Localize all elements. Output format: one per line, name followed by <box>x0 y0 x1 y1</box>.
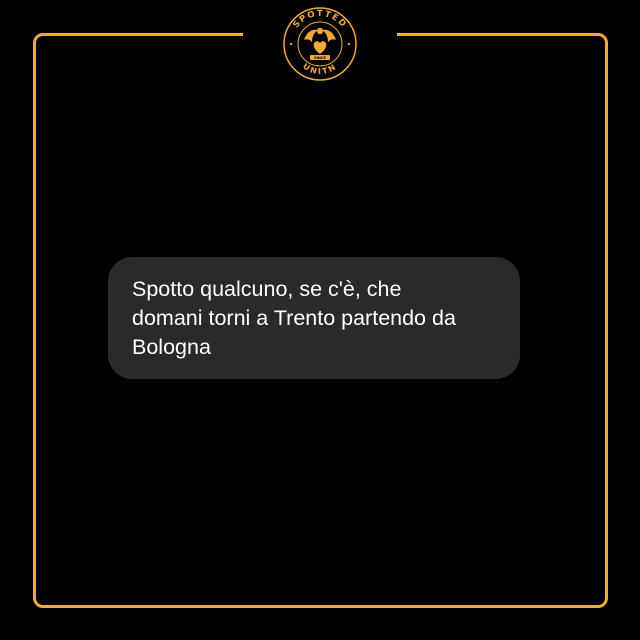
eagle-heart-emblem-icon: SPOTTED UNITN SINCE <box>283 7 357 81</box>
spotted-unitn-logo: SPOTTED UNITN SINCE <box>282 6 358 82</box>
message-text: Spotto qualcuno, se c'è, che domani torn… <box>132 277 456 359</box>
message-bubble: Spotto qualcuno, se c'è, che domani torn… <box>108 257 520 379</box>
logo-ribbon-text: SINCE <box>314 56 327 60</box>
